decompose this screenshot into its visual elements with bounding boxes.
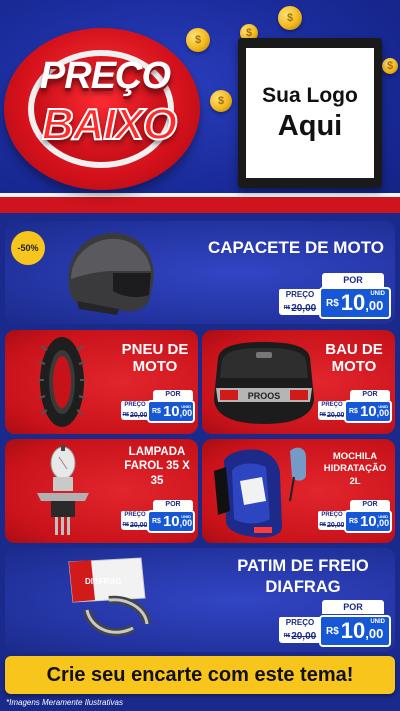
por-label: POR xyxy=(350,390,390,400)
old-price: R$ 20,00 xyxy=(121,410,149,420)
new-price: R$ 10 ,00 UNID xyxy=(344,400,392,423)
badge-title-preco: PREÇO xyxy=(39,55,171,97)
coin-icon xyxy=(186,28,210,52)
preco-label: PREÇO xyxy=(279,617,321,629)
product-card-brake-shoe[interactable]: DIAFRAG PATIM DE FREIO DIAFRAG POR PREÇO… xyxy=(5,548,395,652)
preco-label: PREÇO xyxy=(279,289,321,301)
coin-icon xyxy=(382,58,398,74)
badge-title-baixo: BAIXO xyxy=(41,99,178,150)
header-red-stripe xyxy=(0,197,400,213)
product-title: MOCHILA HIDRATAÇÃO 2L xyxy=(323,451,387,487)
product-card-top-case[interactable]: PROOS BAU DE MOTO POR PREÇO R$ 20,00 R$ 1… xyxy=(202,330,395,434)
old-price: R$ 20,00 xyxy=(121,520,149,530)
coin-icon xyxy=(210,90,232,112)
preco-label: PREÇO xyxy=(121,401,149,410)
preco-label: PREÇO xyxy=(318,401,346,410)
tire-icon xyxy=(38,337,86,427)
hydration-backpack-icon xyxy=(214,447,306,538)
preco-label: PREÇO xyxy=(318,511,346,520)
product-title: PATIM DE FREIO DIAFRAG xyxy=(237,557,369,596)
discount-badge: -50% xyxy=(11,231,45,265)
preco-label: PREÇO xyxy=(121,511,149,520)
product-title: LAMPADA FAROL 35 X 35 xyxy=(124,446,190,487)
product-card-hydration-backpack[interactable]: MOCHILA HIDRATAÇÃO 2L POR PREÇO R$ 20,00 … xyxy=(202,439,395,543)
header-banner: PREÇO BAIXO Sua Logo Aqui xyxy=(0,0,400,213)
por-label: POR xyxy=(322,600,384,614)
new-price: R$ 10 ,00 UNID xyxy=(147,510,195,533)
brake-shoe-icon: DIAFRAG xyxy=(68,557,151,637)
logo-text-line1: Sua Logo xyxy=(262,83,358,107)
por-label: POR xyxy=(153,500,193,510)
top-case-icon: PROOS xyxy=(214,342,314,424)
helmet-icon xyxy=(68,232,154,315)
new-price: R$ 10 ,00 UNID xyxy=(319,287,391,319)
svg-text:PROOS: PROOS xyxy=(248,391,281,401)
por-label: POR xyxy=(350,500,390,510)
por-label: POR xyxy=(153,390,193,400)
logo-placeholder[interactable]: Sua Logo Aqui xyxy=(238,38,382,188)
logo-text-line2: Aqui xyxy=(277,109,343,142)
old-price: R$ 20,00 xyxy=(279,301,321,315)
new-price: R$ 10 ,00 UNID xyxy=(344,510,392,533)
product-card-tire[interactable]: PNEU DE MOTO POR PREÇO R$ 20,00 R$ 10 ,00… xyxy=(5,330,198,434)
new-price: R$ 10 ,00 UNID xyxy=(319,615,391,647)
headlight-bulb-icon xyxy=(37,445,89,535)
new-price: R$ 10 ,00 UNID xyxy=(147,400,195,423)
old-price: R$ 20,00 xyxy=(318,520,346,530)
product-title: CAPACETE DE MOTO xyxy=(208,238,384,257)
svg-text:DIAFRAG: DIAFRAG xyxy=(85,577,121,586)
por-label: POR xyxy=(322,273,384,287)
old-price: R$ 20,00 xyxy=(279,629,321,643)
disclaimer-text: *Imagens Meramente Ilustrativas xyxy=(6,698,123,707)
old-price: R$ 20,00 xyxy=(318,410,346,420)
cta-banner[interactable]: Crie seu encarte com este tema! xyxy=(5,656,395,694)
product-card-headlight-bulb[interactable]: LAMPADA FAROL 35 X 35 POR PREÇO R$ 20,00 … xyxy=(5,439,198,543)
product-title: BAU DE MOTO xyxy=(325,341,383,375)
product-title: PNEU DE MOTO xyxy=(121,341,189,375)
product-card-helmet[interactable]: -50% CAPACETE DE MOTO POR PREÇO R$ 20,00 … xyxy=(5,221,395,324)
coin-icon xyxy=(278,6,302,30)
